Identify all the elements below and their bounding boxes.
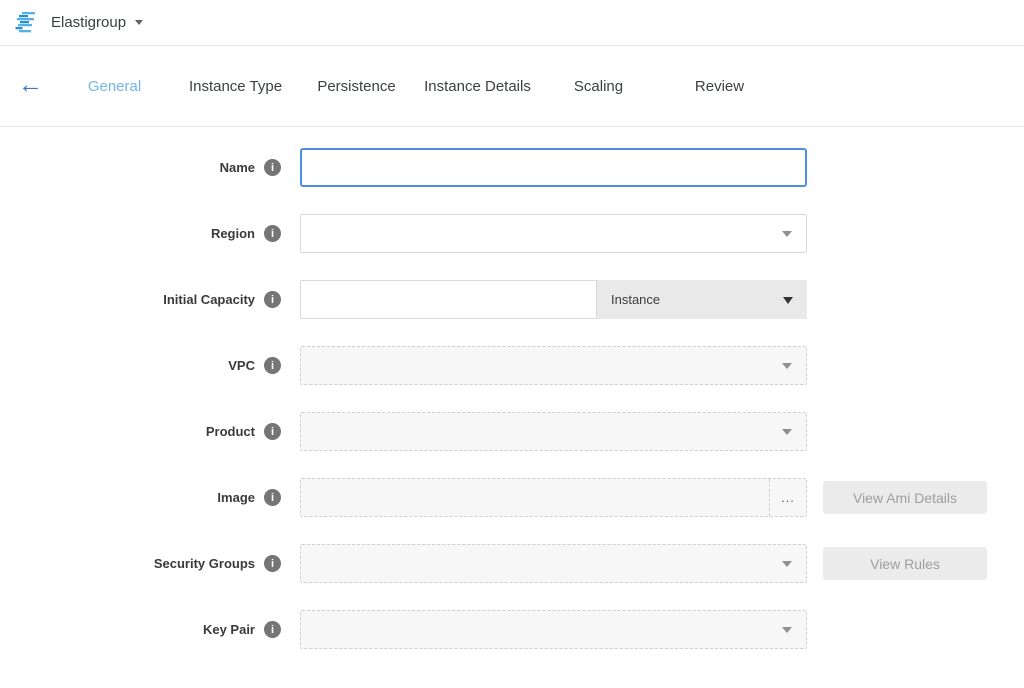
image-browse-button[interactable]: ... — [769, 479, 806, 516]
vpc-label: VPC — [228, 358, 255, 373]
security-groups-label: Security Groups — [154, 556, 255, 571]
info-icon[interactable]: i — [264, 357, 281, 374]
name-input[interactable] — [300, 148, 807, 187]
info-icon[interactable]: i — [264, 555, 281, 572]
initial-capacity-input[interactable] — [300, 280, 597, 319]
field-row-security-groups: Security Groups i View Rules — [0, 544, 1024, 583]
wizard-tabs: General Instance Type Persistence Instan… — [54, 78, 780, 95]
tab-persistence[interactable]: Persistence — [296, 78, 417, 95]
tab-scaling[interactable]: Scaling — [538, 78, 659, 95]
security-groups-select — [300, 544, 807, 583]
info-icon[interactable]: i — [264, 489, 281, 506]
chevron-down-icon[interactable] — [135, 20, 143, 25]
image-label: Image — [217, 490, 255, 505]
region-label: Region — [211, 226, 255, 241]
back-arrow-icon[interactable]: ← — [18, 73, 43, 98]
app-header: Elastigroup — [0, 0, 1024, 46]
field-row-initial-capacity: Initial Capacity i Instance — [0, 280, 1024, 319]
app-switcher-label[interactable]: Elastigroup — [51, 14, 126, 31]
chevron-down-icon — [782, 561, 792, 567]
chevron-down-icon — [782, 429, 792, 435]
view-rules-button[interactable]: View Rules — [823, 547, 987, 580]
tab-instance-details[interactable]: Instance Details — [417, 78, 538, 95]
info-icon[interactable]: i — [264, 621, 281, 638]
product-select — [300, 412, 807, 451]
image-value — [301, 479, 769, 516]
name-label: Name — [220, 160, 255, 175]
field-row-region: Region i — [0, 214, 1024, 253]
chevron-down-icon — [782, 627, 792, 633]
initial-capacity-label: Initial Capacity — [163, 292, 255, 307]
key-pair-label: Key Pair — [203, 622, 255, 637]
field-row-vpc: VPC i — [0, 346, 1024, 385]
view-ami-details-button[interactable]: View Ami Details — [823, 481, 987, 514]
chevron-down-icon — [782, 231, 792, 237]
chevron-down-icon — [783, 297, 793, 304]
chevron-down-icon — [782, 363, 792, 369]
tab-general[interactable]: General — [54, 78, 175, 95]
image-input: ... — [300, 478, 807, 517]
tab-instance-type[interactable]: Instance Type — [175, 78, 296, 95]
info-icon[interactable]: i — [264, 291, 281, 308]
info-icon[interactable]: i — [264, 225, 281, 242]
info-icon[interactable]: i — [264, 423, 281, 440]
capacity-unit-select[interactable]: Instance — [597, 280, 807, 319]
tab-review[interactable]: Review — [659, 78, 780, 95]
info-icon[interactable]: i — [264, 159, 281, 176]
field-row-image: Image i ... View Ami Details — [0, 478, 1024, 517]
vpc-select — [300, 346, 807, 385]
region-select[interactable] — [300, 214, 807, 253]
field-row-name: Name i — [0, 148, 1024, 187]
general-settings-form: Name i Region i Initial Capacity i Insta… — [0, 148, 1024, 649]
field-row-key-pair: Key Pair i — [0, 610, 1024, 649]
product-label: Product — [206, 424, 255, 439]
capacity-unit-value: Instance — [611, 292, 660, 307]
field-row-product: Product i — [0, 412, 1024, 451]
wizard-tabbar: ← General Instance Type Persistence Inst… — [0, 46, 1024, 127]
key-pair-select — [300, 610, 807, 649]
elastigroup-logo-icon — [15, 12, 41, 34]
